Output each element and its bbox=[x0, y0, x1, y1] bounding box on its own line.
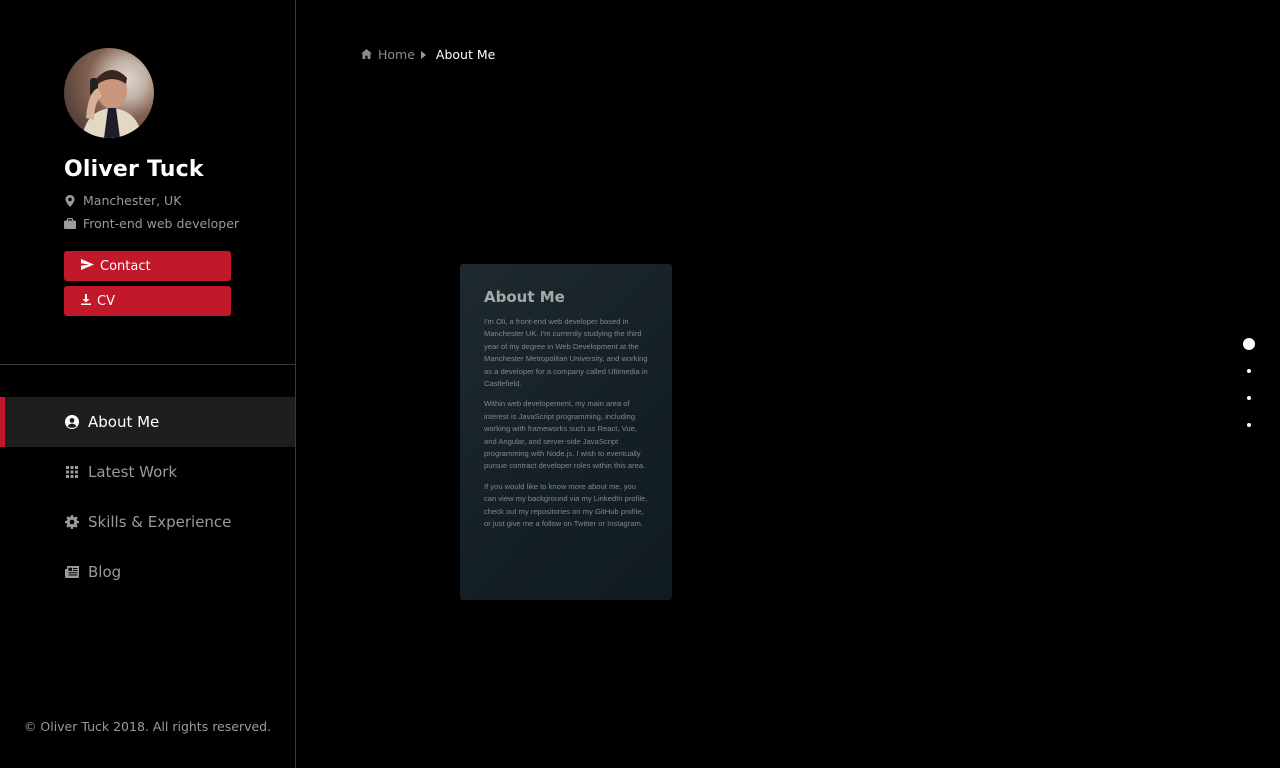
nav-item-skills-experience[interactable]: Skills & Experience bbox=[0, 497, 295, 547]
copyright-footer: © Oliver Tuck 2018. All rights reserved. bbox=[23, 719, 272, 734]
briefcase-icon bbox=[64, 218, 76, 230]
newspaper-icon bbox=[64, 565, 79, 580]
breadcrumb: Home About Me bbox=[361, 47, 495, 62]
about-paragraph-2: Within web developement, my main area of… bbox=[484, 399, 646, 471]
pager-dot-2[interactable] bbox=[1247, 369, 1251, 373]
contact-label: Contact bbox=[100, 258, 151, 274]
nav-item-blog[interactable]: Blog bbox=[0, 547, 295, 597]
nav-label-about-me: About Me bbox=[88, 413, 160, 431]
sidebar-divider bbox=[0, 364, 295, 365]
pager-dot-4[interactable] bbox=[1247, 423, 1251, 427]
cv-download-button[interactable]: CV bbox=[64, 286, 231, 316]
nav-label-skills-experience: Skills & Experience bbox=[88, 513, 232, 531]
cv-label: CV bbox=[97, 293, 115, 309]
home-icon[interactable] bbox=[361, 47, 372, 62]
pager-dot-1[interactable] bbox=[1243, 338, 1255, 350]
contact-button[interactable]: Contact bbox=[64, 251, 231, 281]
user-circle-icon bbox=[64, 415, 79, 430]
profile-name: Oliver Tuck bbox=[64, 157, 204, 182]
nav-label-latest-work: Latest Work bbox=[88, 463, 178, 481]
nav-item-latest-work[interactable]: Latest Work bbox=[0, 447, 295, 497]
nav-item-about-me[interactable]: About Me bbox=[0, 397, 295, 447]
gear-icon bbox=[64, 515, 79, 530]
download-icon bbox=[81, 293, 91, 309]
map-pin-icon bbox=[64, 194, 76, 207]
role-text: Front-end web developer bbox=[83, 216, 240, 231]
location-text: Manchester, UK bbox=[83, 193, 182, 208]
profile-location: Manchester, UK bbox=[64, 193, 181, 208]
about-title: About Me bbox=[484, 288, 565, 306]
about-paragraph-3: If you would like to know more about me,… bbox=[484, 481, 648, 529]
pager-dot-3[interactable] bbox=[1247, 396, 1251, 400]
chevron-right-icon bbox=[420, 47, 426, 62]
send-icon bbox=[81, 258, 94, 274]
sidebar: Oliver Tuck Manchester, UK Front-end web… bbox=[0, 0, 296, 768]
avatar bbox=[64, 48, 154, 138]
breadcrumb-home-link[interactable]: Home bbox=[378, 47, 415, 62]
profile-role: Front-end web developer bbox=[64, 216, 239, 231]
about-paragraph-1: I'm Oli, a front-end web developer based… bbox=[484, 317, 648, 389]
about-card: About Me I'm Oli, a front-end web develo… bbox=[460, 264, 672, 600]
grid-icon bbox=[64, 465, 79, 480]
nav-label-blog: Blog bbox=[88, 563, 122, 581]
breadcrumb-current: About Me bbox=[435, 47, 496, 62]
